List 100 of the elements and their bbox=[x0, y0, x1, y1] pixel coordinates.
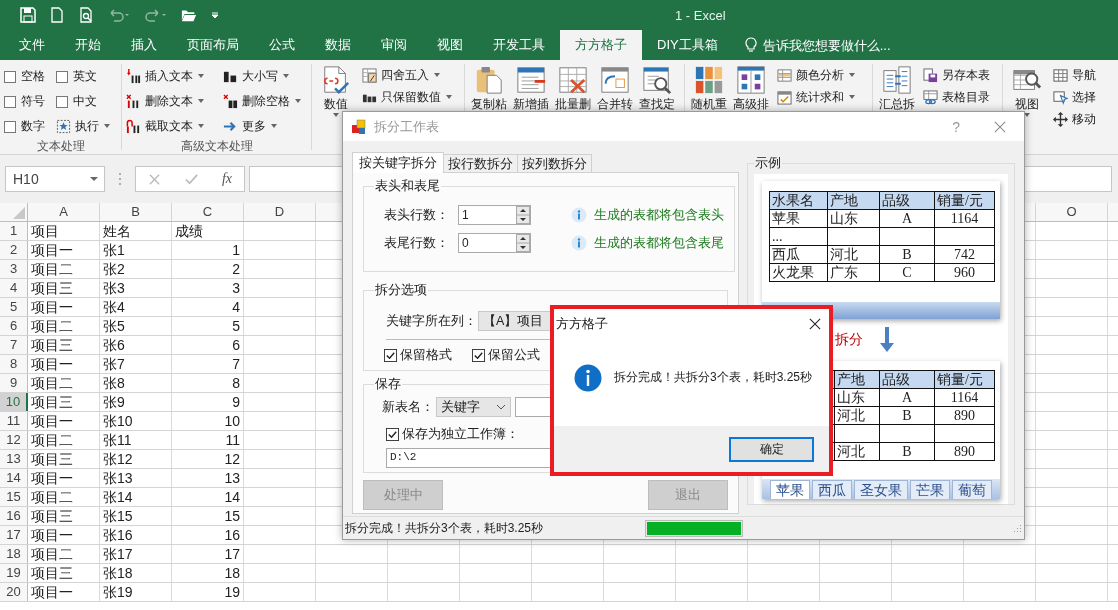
clipboard-icon bbox=[474, 65, 504, 95]
row-header[interactable]: 18 bbox=[0, 545, 28, 563]
name-box[interactable]: H10 bbox=[5, 166, 105, 192]
row-header[interactable]: 2 bbox=[0, 241, 28, 259]
row-header[interactable]: 15 bbox=[0, 488, 28, 506]
insert-function-button[interactable]: fx bbox=[221, 171, 232, 187]
ribbon-button[interactable]: 随机重 bbox=[689, 64, 729, 111]
ribbon-button[interactable]: 合并转 bbox=[595, 64, 635, 111]
stepper-icon[interactable] bbox=[516, 206, 530, 224]
row-header[interactable]: 1 bbox=[0, 222, 28, 240]
row-header[interactable]: 6 bbox=[0, 317, 28, 335]
ribbon-button[interactable]: 表格目录 bbox=[923, 86, 990, 108]
checkbox[interactable] bbox=[472, 349, 485, 362]
ribbon-button[interactable]: 另存本表 bbox=[923, 64, 990, 86]
ribbon-tab[interactable]: 视图 bbox=[422, 30, 478, 60]
ribbon-button[interactable]: 删除空格 bbox=[223, 90, 311, 112]
resize-grip-icon[interactable] bbox=[1012, 523, 1022, 533]
number-field[interactable]: 0 bbox=[458, 233, 531, 253]
ribbon-tab[interactable]: DIY工具箱 bbox=[642, 30, 733, 60]
ribbon-tab[interactable]: 数据 bbox=[310, 30, 366, 60]
group-title: 表头和表尾 bbox=[374, 177, 441, 195]
ribbon-button[interactable]: 新增插 bbox=[511, 64, 551, 111]
row-header[interactable]: 19 bbox=[0, 564, 28, 582]
ribbon-tab[interactable]: 公式 bbox=[254, 30, 310, 60]
row-header[interactable]: 13 bbox=[0, 450, 28, 468]
checkbox[interactable] bbox=[384, 349, 397, 362]
ribbon-button[interactable]: 移动 bbox=[1053, 108, 1096, 130]
column-header[interactable]: C bbox=[172, 203, 244, 221]
row-header[interactable]: 4 bbox=[0, 279, 28, 297]
ribbon-button[interactable]: 选择 bbox=[1053, 86, 1096, 108]
column-header[interactable]: A bbox=[28, 203, 100, 221]
table-cell: 16 bbox=[172, 526, 244, 544]
ribbon-tab[interactable]: 页面布局 bbox=[172, 30, 254, 60]
run-button[interactable]: 执行 bbox=[56, 115, 118, 137]
row-header[interactable]: 20 bbox=[0, 583, 28, 601]
row-header[interactable]: 17 bbox=[0, 526, 28, 544]
ribbon-tab[interactable]: 文件 bbox=[4, 30, 60, 60]
ribbon-tab[interactable]: 方方格子 bbox=[560, 30, 642, 60]
ribbon-button[interactable]: 删除文本 bbox=[126, 90, 221, 112]
checkbox[interactable] bbox=[4, 95, 16, 108]
row-header[interactable]: 3 bbox=[0, 260, 28, 278]
ribbon-button[interactable]: 只保留数值 bbox=[362, 86, 453, 108]
table-cell: 河北 bbox=[834, 442, 880, 461]
checkbox[interactable] bbox=[386, 428, 399, 441]
ribbon-tab[interactable]: 插入 bbox=[116, 30, 172, 60]
ribbon-button[interactable]: 复制粘 bbox=[469, 64, 509, 111]
ribbon-tab[interactable]: 开始 bbox=[60, 30, 116, 60]
ribbon-button[interactable]: 高级排 bbox=[731, 64, 771, 111]
ribbon-button[interactable]: 导航 bbox=[1053, 64, 1096, 86]
ribbon-button[interactable]: 颜色分析 bbox=[777, 64, 856, 86]
save-icon[interactable] bbox=[20, 7, 36, 23]
stepper-icon[interactable] bbox=[516, 234, 530, 252]
ok-button[interactable]: 确定 bbox=[729, 436, 814, 462]
tab[interactable]: 按关键字拆分 bbox=[352, 152, 444, 173]
ribbon-button[interactable]: 批量删 bbox=[553, 64, 593, 111]
enter-check-icon[interactable] bbox=[184, 172, 198, 186]
ribbon-button[interactable]: 插入文本 bbox=[126, 65, 221, 87]
checkbox[interactable] bbox=[4, 120, 16, 133]
checkbox[interactable] bbox=[56, 95, 68, 108]
drag-handle-icon[interactable] bbox=[118, 172, 122, 186]
table-cell: 17 bbox=[172, 545, 244, 563]
ribbon-button[interactable]: 四舍五入 bbox=[362, 64, 441, 86]
row-header[interactable]: 8 bbox=[0, 355, 28, 373]
row-header[interactable]: 9 bbox=[0, 374, 28, 392]
row-header[interactable]: 10 bbox=[0, 393, 28, 411]
table-cell: 西瓜 bbox=[769, 245, 828, 264]
tell-me-field[interactable]: 告诉我您想要做什么... bbox=[762, 37, 913, 53]
row-header[interactable]: 16 bbox=[0, 507, 28, 525]
close-icon[interactable] bbox=[809, 318, 821, 330]
dropdown-caret-icon bbox=[848, 71, 856, 79]
row-header[interactable]: 5 bbox=[0, 298, 28, 316]
ribbon-button[interactable]: 汇总拆 bbox=[877, 64, 917, 111]
column-header[interactable]: B bbox=[100, 203, 172, 221]
ribbon-button[interactable]: 数值 bbox=[316, 64, 356, 119]
row-header[interactable]: 7 bbox=[0, 336, 28, 354]
ribbon-button[interactable]: 截取文本 bbox=[126, 115, 221, 137]
ribbon-tab[interactable]: 审阅 bbox=[366, 30, 422, 60]
ribbon-button[interactable]: 大小写 bbox=[223, 65, 311, 87]
name-dropdown[interactable]: 关键字 bbox=[436, 397, 511, 417]
new-document-icon[interactable] bbox=[49, 7, 65, 23]
number-field[interactable]: 1 bbox=[458, 205, 531, 225]
row-header[interactable]: 11 bbox=[0, 412, 28, 430]
ribbon-button[interactable]: 统计求和 bbox=[777, 86, 856, 108]
undo-icon[interactable] bbox=[107, 7, 131, 23]
ribbon-button[interactable]: 更多 bbox=[223, 115, 311, 137]
table-cell: 张12 bbox=[100, 450, 172, 468]
row-header[interactable]: 12 bbox=[0, 431, 28, 449]
table-cell: 项目一 bbox=[28, 355, 100, 373]
redo-icon[interactable] bbox=[144, 7, 168, 23]
checkbox-label: 符号 bbox=[21, 93, 45, 110]
ribbon-button[interactable]: 查找定 bbox=[637, 64, 677, 111]
print-preview-icon[interactable] bbox=[78, 7, 94, 23]
column-header[interactable]: D bbox=[244, 203, 316, 221]
customize-caret-icon[interactable] bbox=[210, 10, 220, 20]
ribbon-tab[interactable]: 开发工具 bbox=[478, 30, 560, 60]
insert-text-icon bbox=[126, 68, 141, 84]
checkbox[interactable] bbox=[4, 70, 16, 83]
checkbox[interactable] bbox=[56, 70, 68, 83]
column-header[interactable]: O bbox=[1036, 203, 1108, 221]
row-header[interactable]: 14 bbox=[0, 469, 28, 487]
